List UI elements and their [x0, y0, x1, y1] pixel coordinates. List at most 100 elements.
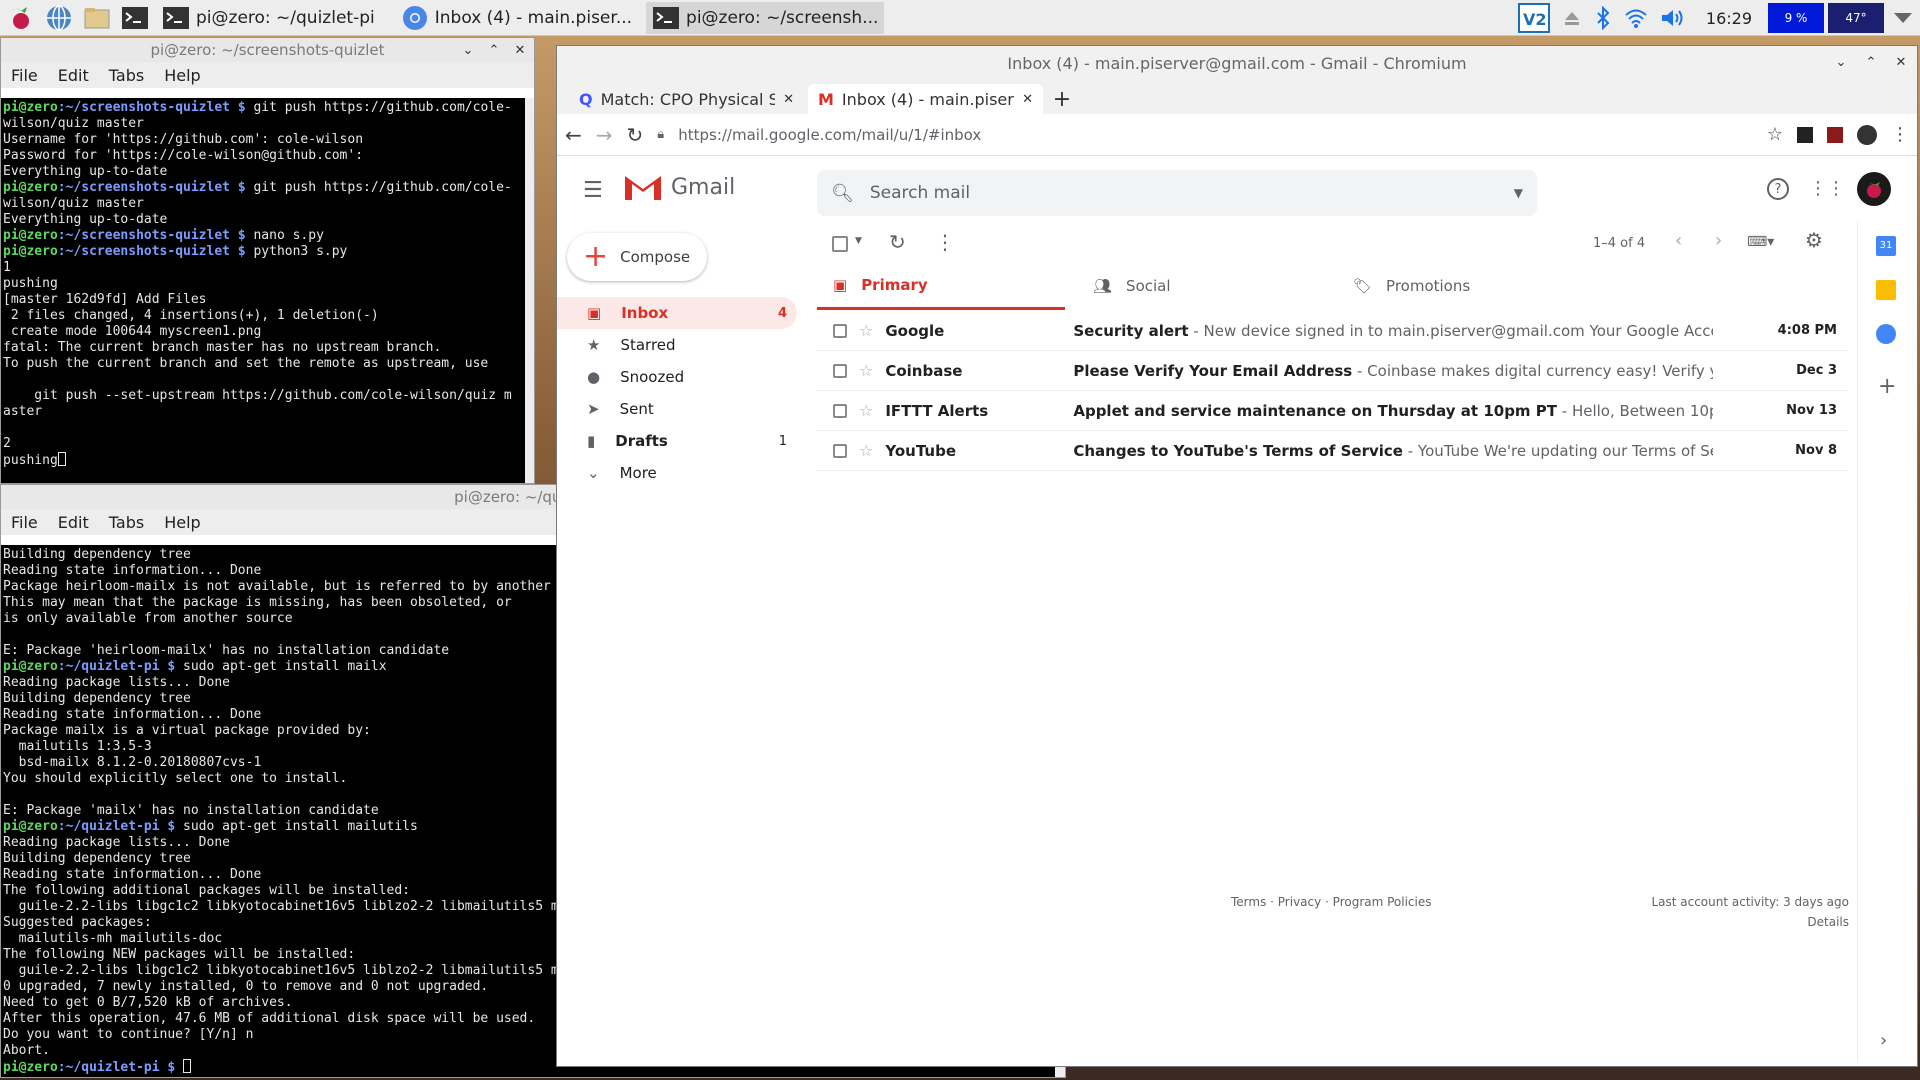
bookmark-star-icon[interactable]: ☆	[1767, 124, 1783, 145]
close-tab-icon[interactable]: ✕	[783, 92, 794, 107]
tab-primary[interactable]: ▣ Primary	[817, 262, 1065, 310]
star-icon[interactable]: ☆	[859, 401, 873, 420]
row-checkbox[interactable]	[833, 323, 847, 338]
eject-menu-icon[interactable]	[1886, 0, 1920, 36]
input-tools-icon[interactable]: ⌨▾	[1747, 234, 1774, 250]
taskbar-task-terminal-screenshots[interactable]: pi@zero: ~/screensh...	[646, 1, 885, 34]
footer-links[interactable]: Terms · Privacy · Program Policies	[1231, 895, 1432, 909]
terminal-output[interactable]: pi@zero:~/screenshots-quizlet $ git push…	[1, 98, 525, 483]
chrome-menu-icon[interactable]: ⋮	[1891, 124, 1909, 145]
email-row[interactable]: ☆ YouTube Changes to YouTube's Terms of …	[817, 431, 1847, 471]
email-date: Dec 3	[1796, 363, 1837, 378]
email-row[interactable]: ☆ Coinbase Please Verify Your Email Addr…	[817, 351, 1847, 391]
menu-help[interactable]: Help	[164, 513, 200, 532]
nav-inbox[interactable]: ▣ Inbox 4	[557, 297, 797, 329]
file-manager-icon[interactable]	[80, 2, 114, 34]
more-actions-icon[interactable]: ⋮	[935, 230, 955, 254]
email-row[interactable]: ☆ IFTTT Alerts Applet and service mainte…	[817, 391, 1847, 431]
taskbar-task-chromium[interactable]: Inbox (4) - main.piser...	[395, 2, 638, 34]
taskbar-task-terminal-quizlet[interactable]: pi@zero: ~/quizlet-pi	[156, 2, 381, 34]
select-dropdown-icon[interactable]: ▼	[855, 236, 862, 246]
refresh-icon[interactable]: ↻	[889, 230, 906, 254]
search-input[interactable]: 🔍︎ Search mail ▼	[817, 170, 1537, 216]
web-browser-icon[interactable]	[42, 2, 76, 34]
back-icon[interactable]: ←	[565, 123, 582, 147]
wifi-icon[interactable]	[1618, 0, 1654, 36]
menu-file[interactable]: File	[11, 66, 38, 85]
search-icon[interactable]: 🔍︎	[831, 183, 854, 204]
terminal-launcher-icon[interactable]	[118, 2, 152, 34]
row-checkbox[interactable]	[833, 443, 847, 458]
terminal-text: Package mailx is a virtual package provi…	[3, 723, 371, 738]
main-menu-icon[interactable]: ☰	[583, 178, 603, 203]
row-checkbox[interactable]	[833, 363, 847, 378]
window-titlebar[interactable]: pi@zero: ~/screenshots-quizlet ⌄ ⌃ ✕	[1, 38, 534, 62]
nav-drafts[interactable]: ▮ Drafts 1	[557, 425, 797, 457]
newer-icon[interactable]: ‹	[1675, 230, 1682, 251]
older-icon[interactable]: ›	[1715, 230, 1722, 251]
extension-icon[interactable]	[1797, 126, 1813, 143]
new-tab-icon[interactable]: +	[1047, 84, 1077, 114]
scrollbar[interactable]	[525, 98, 534, 483]
gmail-logo-text: Gmail	[671, 174, 736, 200]
star-icon[interactable]: ☆	[859, 321, 873, 340]
row-checkbox[interactable]	[833, 403, 847, 418]
minimize-icon[interactable]: ⌄	[458, 40, 478, 60]
reload-icon[interactable]: ↻	[627, 123, 644, 147]
window-titlebar[interactable]: Inbox (4) - main.piserver@gmail.com - Gm…	[557, 46, 1917, 80]
profile-icon[interactable]	[1857, 124, 1877, 145]
keep-icon[interactable]	[1876, 280, 1896, 300]
search-options-icon[interactable]: ▼	[1514, 186, 1523, 200]
star-icon[interactable]: ☆	[859, 441, 873, 460]
terminal-text: To push the current branch and set the r…	[3, 356, 489, 371]
clock[interactable]: 16:29	[1692, 0, 1766, 36]
menu-file[interactable]: File	[11, 513, 38, 532]
expand-panel-icon[interactable]: ›	[1880, 1030, 1887, 1051]
terminal-line: create mode 100644 myscreen1.png	[3, 324, 523, 340]
menu-tabs[interactable]: Tabs	[109, 66, 144, 85]
maximize-icon[interactable]: ⌃	[1861, 52, 1881, 72]
tasks-icon[interactable]	[1876, 324, 1896, 344]
ublock-icon[interactable]	[1827, 126, 1843, 143]
forward-icon[interactable]: →	[596, 123, 613, 147]
menu-help[interactable]: Help	[164, 66, 200, 85]
terminal-text: is only available from another source	[3, 611, 293, 626]
details-link[interactable]: Details	[1639, 915, 1849, 929]
gmail-logo[interactable]: Gmail	[623, 172, 735, 202]
add-addon-icon[interactable]: +	[1878, 374, 1896, 399]
address-bar[interactable]: https://mail.google.com/mail/u/1/#inbox	[678, 126, 1753, 144]
nav-sent[interactable]: ➤ Sent	[557, 393, 797, 425]
tab-gmail[interactable]: M Inbox (4) - main.piserver ✕	[808, 84, 1043, 114]
email-subject: Security alert	[1073, 321, 1189, 340]
tab-quizlet[interactable]: Q Match: CPO Physical Sc ✕	[569, 84, 804, 114]
apps-grid-icon[interactable]: ⋮⋮	[1809, 178, 1845, 199]
calendar-icon[interactable]: 31	[1876, 236, 1896, 256]
menu-edit[interactable]: Edit	[58, 513, 89, 532]
email-row[interactable]: ☆ Google Security alert - New device sig…	[817, 311, 1847, 351]
nav-snoozed[interactable]: ● Snoozed	[557, 361, 797, 393]
nav-starred[interactable]: ★ Starred	[557, 329, 797, 361]
settings-gear-icon[interactable]: ⚙	[1805, 228, 1823, 252]
close-icon[interactable]: ✕	[510, 40, 530, 60]
raspberry-menu-icon[interactable]	[4, 2, 38, 34]
help-icon[interactable]: ?	[1767, 178, 1789, 200]
tab-social[interactable]: 👥︎ Social	[1077, 262, 1325, 310]
select-all-checkbox[interactable]	[832, 236, 848, 252]
volume-icon[interactable]	[1654, 0, 1692, 36]
star-icon[interactable]: ☆	[859, 361, 873, 380]
minimize-icon[interactable]: ⌄	[1831, 52, 1851, 72]
close-tab-icon[interactable]: ✕	[1022, 92, 1033, 107]
nav-more[interactable]: ⌄ More	[557, 457, 797, 489]
bluetooth-icon[interactable]	[1588, 0, 1618, 36]
terminal-line: Everything up-to-date	[3, 164, 523, 180]
maximize-icon[interactable]: ⌃	[484, 40, 504, 60]
category-label: Social	[1126, 277, 1171, 295]
account-avatar[interactable]	[1857, 172, 1891, 206]
menu-tabs[interactable]: Tabs	[109, 513, 144, 532]
eject-icon[interactable]	[1556, 0, 1588, 36]
close-icon[interactable]: ✕	[1891, 52, 1911, 72]
tab-promotions[interactable]: 🏷︎ Promotions	[1337, 262, 1585, 310]
vnc-icon[interactable]: V2	[1512, 0, 1556, 36]
compose-button[interactable]: + Compose	[567, 233, 707, 281]
menu-edit[interactable]: Edit	[58, 66, 89, 85]
